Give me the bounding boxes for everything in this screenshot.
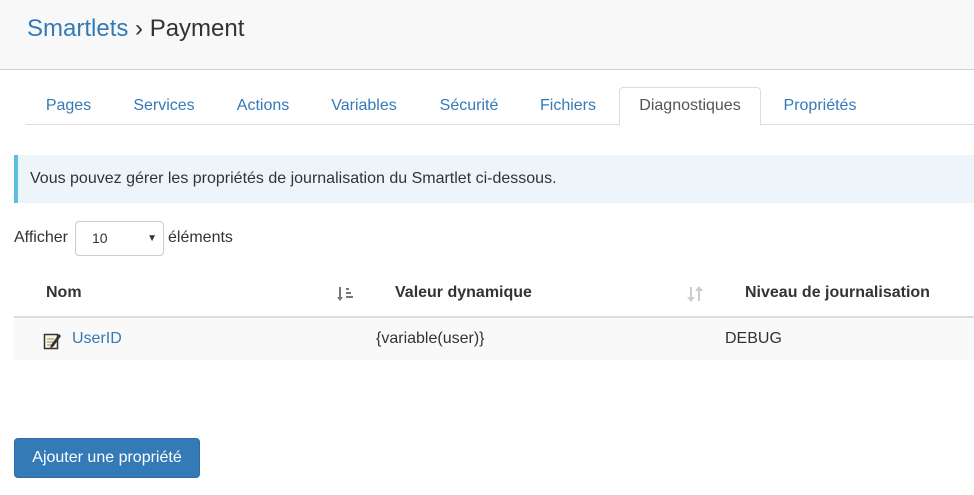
breadcrumb: Smartlets › Payment: [27, 15, 244, 43]
breadcrumb-smartlets-link[interactable]: Smartlets: [27, 15, 128, 42]
page-title: Payment: [149, 15, 245, 42]
length-label-after: éléments: [168, 229, 233, 246]
page-header: Smartlets › Payment: [0, 0, 974, 70]
property-log-level: DEBUG: [725, 330, 782, 347]
tab-pages[interactable]: Pages: [26, 87, 111, 125]
properties-table: Nom Valeur dynamique Niveau de journalis…: [14, 268, 974, 360]
table-header: Nom Valeur dynamique Niveau de journalis…: [14, 268, 974, 318]
property-name-link[interactable]: UserID: [72, 318, 122, 360]
caret-down-icon: ▼: [147, 233, 157, 244]
info-alert: Vous pouvez gérer les propriétés de jour…: [14, 155, 974, 203]
property-dynamic-value: {variable(user)}: [376, 330, 485, 347]
edit-icon[interactable]: [43, 331, 62, 350]
page-length-select[interactable]: 10 ▼: [75, 221, 164, 256]
page-length-value: 10: [92, 230, 108, 246]
length-label-before: Afficher: [14, 229, 68, 246]
sort-both-icon[interactable]: [686, 285, 704, 303]
table-row: UserID {variable(user)} DEBUG: [14, 318, 974, 360]
column-header-niveau[interactable]: Niveau de journalisation: [745, 268, 930, 318]
tab-diagnostiques[interactable]: Diagnostiques: [619, 87, 761, 126]
add-property-button[interactable]: Ajouter une propriété: [14, 438, 200, 478]
column-header-nom[interactable]: Nom: [46, 268, 82, 318]
breadcrumb-separator: ›: [135, 15, 144, 42]
column-header-valeur-dynamique[interactable]: Valeur dynamique: [395, 268, 532, 318]
tab-securite[interactable]: Sécurité: [419, 87, 519, 125]
tab-bar: Pages Services Actions Variables Sécurit…: [26, 87, 974, 126]
tab-proprietes[interactable]: Propriétés: [763, 87, 877, 125]
sort-desc-icon[interactable]: [337, 285, 355, 303]
tab-fichiers[interactable]: Fichiers: [519, 87, 617, 125]
tab-services[interactable]: Services: [111, 87, 217, 125]
tab-variables[interactable]: Variables: [309, 87, 419, 125]
tab-actions[interactable]: Actions: [217, 87, 309, 125]
